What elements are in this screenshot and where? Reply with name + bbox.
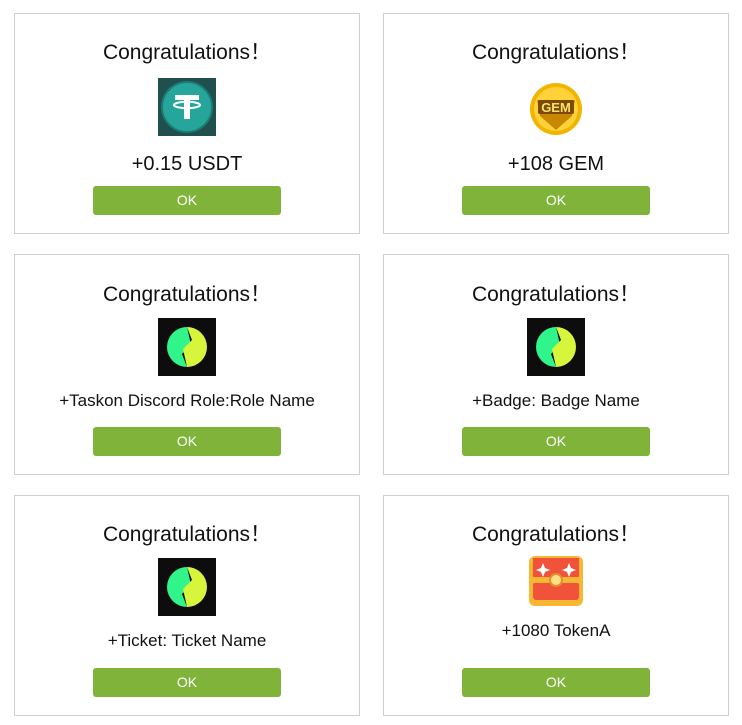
reward-text: +Taskon Discord Role:Role Name bbox=[59, 391, 315, 410]
ok-button[interactable]: OK bbox=[462, 427, 650, 456]
reward-card-badge: Congratulations！ +Badge: Badge Name OK bbox=[383, 254, 729, 475]
reward-text: +108 GEM bbox=[507, 153, 605, 175]
ok-button[interactable]: OK bbox=[93, 427, 281, 456]
reward-text: +0.15 USDT bbox=[131, 153, 243, 175]
reward-text: +Ticket: Ticket Name bbox=[107, 631, 267, 650]
card-title: Congratulations！ bbox=[471, 523, 641, 546]
card-title: Congratulations！ bbox=[471, 41, 641, 64]
card-title: Congratulations！ bbox=[102, 41, 272, 64]
reward-card-ticket: Congratulations！ +Ticket: Ticket Name OK bbox=[14, 495, 360, 716]
gem-icon-label: GEM bbox=[541, 100, 571, 115]
gem-coin-icon: GEM bbox=[529, 82, 583, 136]
tether-usdt-icon bbox=[158, 78, 216, 136]
reward-card-gem: Congratulations！ GEM +108 GEM OK bbox=[383, 13, 729, 234]
reward-card-discord-role: Congratulations！ +Taskon Discord Role:Ro… bbox=[14, 254, 360, 475]
ok-button[interactable]: OK bbox=[462, 668, 650, 697]
reward-card-usdt: Congratulations！ +0.15 USDT OK bbox=[14, 13, 360, 234]
card-title: Congratulations！ bbox=[102, 283, 272, 306]
taskon-logo-icon bbox=[527, 318, 585, 376]
card-title: Congratulations！ bbox=[471, 283, 641, 306]
taskon-logo-icon bbox=[158, 558, 216, 616]
card-title: Congratulations！ bbox=[102, 523, 272, 546]
reward-text: +Badge: Badge Name bbox=[472, 391, 640, 410]
ok-button[interactable]: OK bbox=[93, 668, 281, 697]
ok-button[interactable]: OK bbox=[93, 186, 281, 215]
treasure-chest-icon bbox=[527, 552, 585, 610]
reward-text: +1080 TokenA bbox=[501, 621, 611, 640]
taskon-logo-icon bbox=[158, 318, 216, 376]
ok-button[interactable]: OK bbox=[462, 186, 650, 215]
reward-card-token: Congratulations！ +1080 TokenA OK bbox=[383, 495, 729, 716]
